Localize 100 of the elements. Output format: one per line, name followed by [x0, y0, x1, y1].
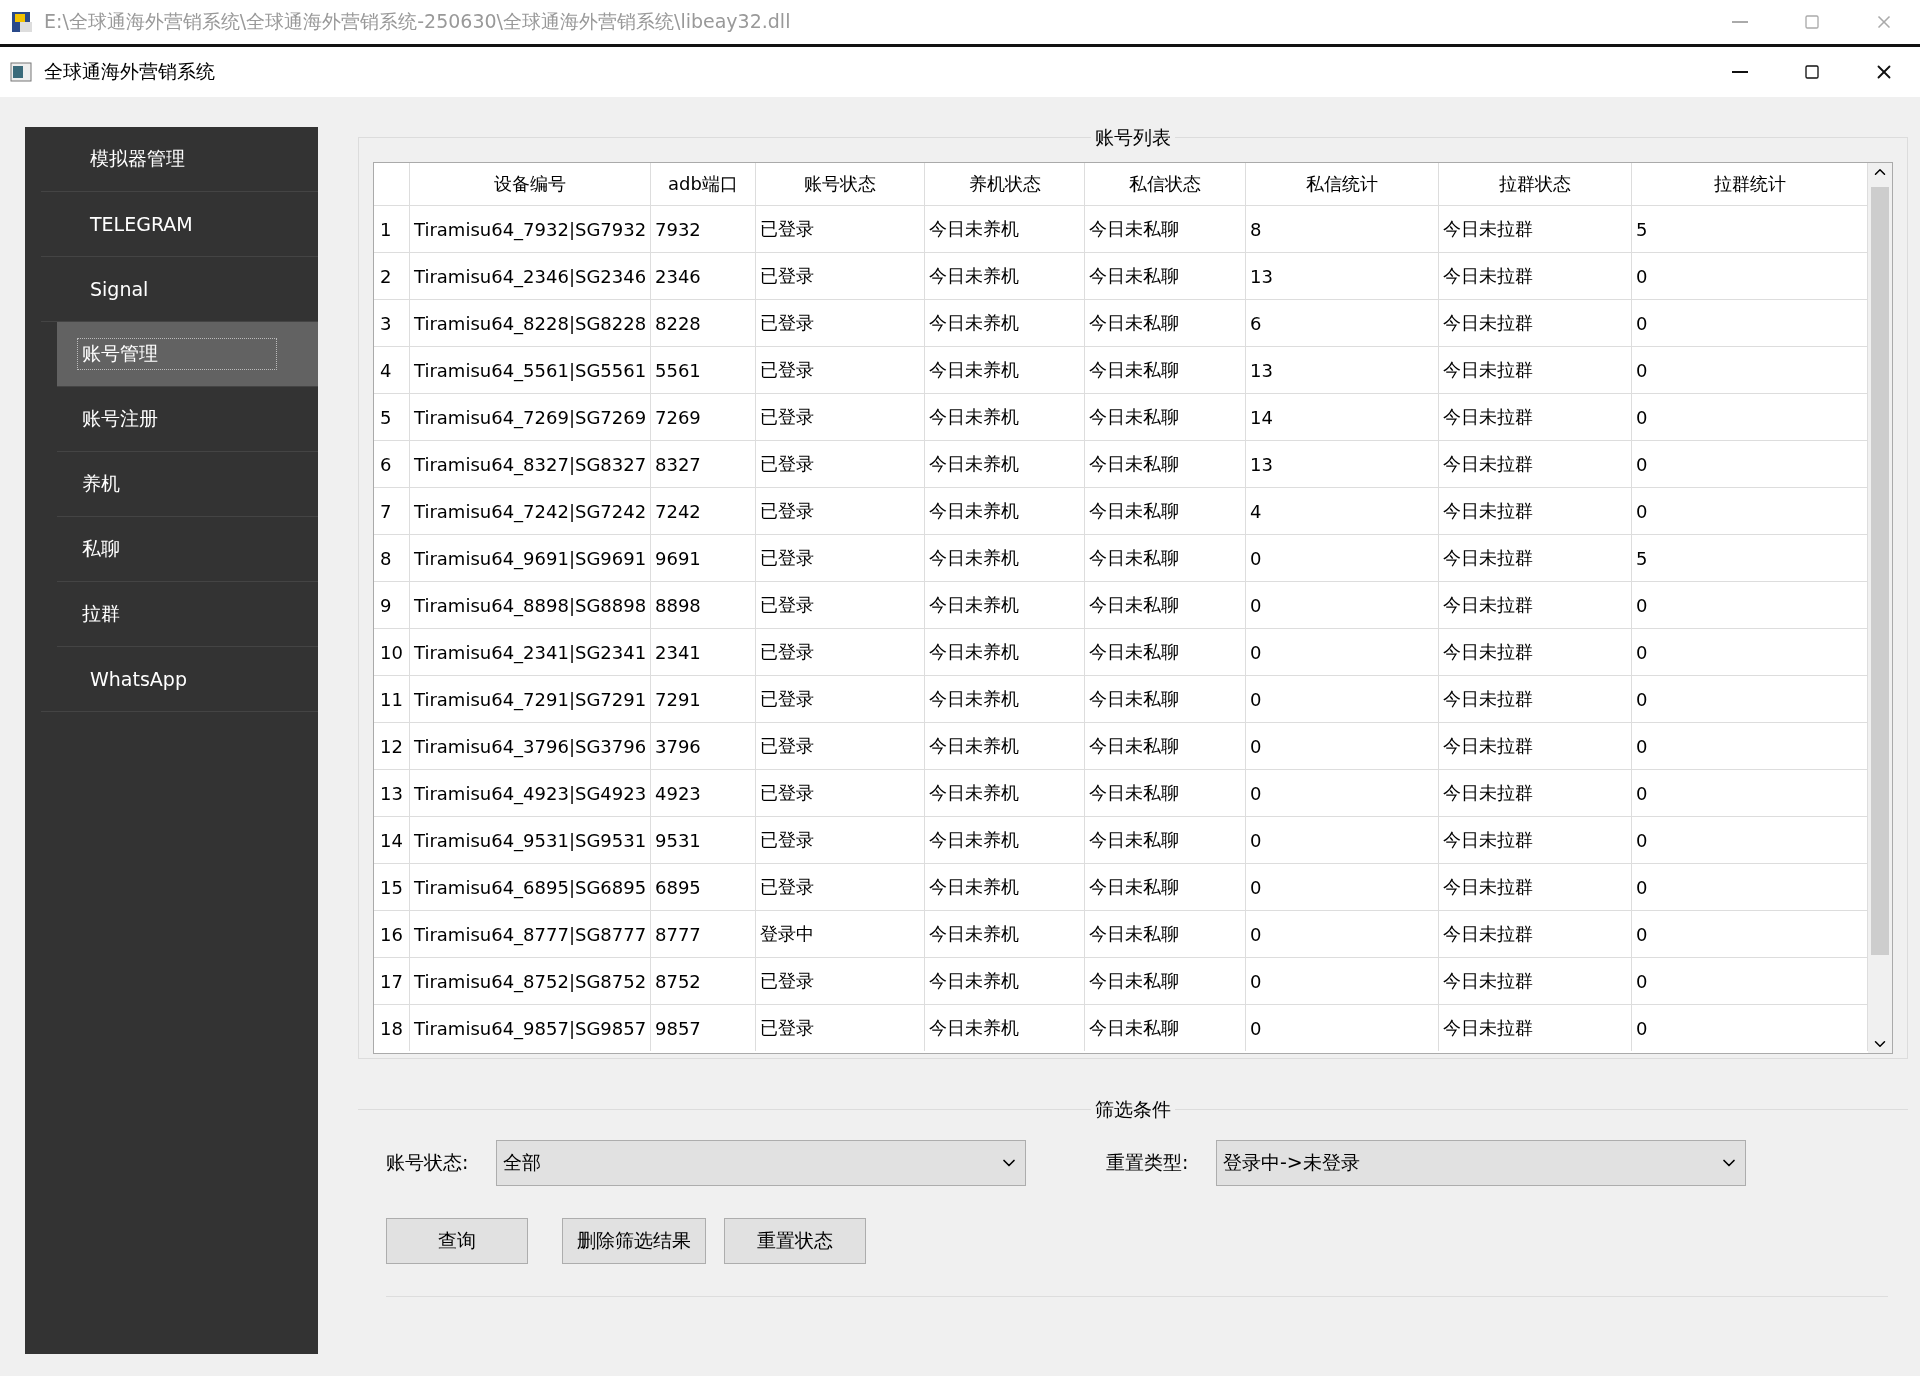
table-cell: 今日未拉群	[1439, 205, 1632, 252]
table-cell: 0	[1246, 675, 1439, 722]
column-header: 设备编号	[410, 163, 651, 205]
table-cell: 今日未私聊	[1085, 346, 1246, 393]
table-cell: 0	[1246, 863, 1439, 910]
minimize-icon	[1732, 21, 1748, 23]
table-cell: 0	[1246, 581, 1439, 628]
table-cell: 今日未拉群	[1439, 252, 1632, 299]
dropdown[interactable]: 全部	[496, 1140, 1026, 1186]
table-cell: Tiramisu64_9857|SG9857	[410, 1004, 651, 1051]
window-title: 全球通海外营销系统	[44, 59, 216, 84]
table-cell: 今日未私聊	[1085, 910, 1246, 957]
table-cell: 今日未私聊	[1085, 863, 1246, 910]
table-cell: 已登录	[756, 675, 925, 722]
sidebar-item[interactable]: 私聊	[57, 517, 318, 582]
sidebar-item[interactable]: 账号注册	[57, 387, 318, 452]
table-cell: 6	[1246, 299, 1439, 346]
table-cell: 今日未私聊	[1085, 252, 1246, 299]
table-cell: 已登录	[756, 722, 925, 769]
table-cell: 今日未私聊	[1085, 534, 1246, 581]
table-cell: 今日未拉群	[1439, 816, 1632, 863]
table-cell: 今日未私聊	[1085, 957, 1246, 1004]
table-cell: 0	[1246, 628, 1439, 675]
action-button[interactable]: 删除筛选结果	[562, 1218, 706, 1264]
table-cell: 今日未拉群	[1439, 487, 1632, 534]
table-cell: 今日未拉群	[1439, 440, 1632, 487]
table-cell: 8228	[651, 299, 756, 346]
table-cell: Tiramisu64_8228|SG8228	[410, 299, 651, 346]
action-button[interactable]: 重置状态	[724, 1218, 866, 1264]
scrollbar[interactable]	[1868, 163, 1892, 1053]
table-cell: Tiramisu64_7932|SG7932	[410, 205, 651, 252]
table-cell: 已登录	[756, 581, 925, 628]
row-number: 5	[374, 393, 410, 440]
table-cell: 今日未养机	[925, 440, 1085, 487]
table-cell: 8327	[651, 440, 756, 487]
table-cell: 已登录	[756, 252, 925, 299]
sidebar-item[interactable]: 拉群	[57, 582, 318, 647]
table-cell: Tiramisu64_9691|SG9691	[410, 534, 651, 581]
table-cell: 已登录	[756, 628, 925, 675]
app-icon	[10, 62, 32, 82]
dropdown[interactable]: 登录中->未登录	[1216, 1140, 1746, 1186]
sidebar-item[interactable]: 账号管理	[57, 322, 318, 387]
table-cell: 今日未养机	[925, 581, 1085, 628]
table-cell: 今日未养机	[925, 628, 1085, 675]
table-cell: 7269	[651, 393, 756, 440]
sidebar-item[interactable]: 养机	[57, 452, 318, 517]
table-cell: 今日未养机	[925, 863, 1085, 910]
table-cell: 今日未私聊	[1085, 205, 1246, 252]
table-cell: 已登录	[756, 440, 925, 487]
table-cell: 2341	[651, 628, 756, 675]
row-number: 13	[374, 769, 410, 816]
table-cell: 7291	[651, 675, 756, 722]
table-cell: 今日未私聊	[1085, 816, 1246, 863]
table-cell: 3796	[651, 722, 756, 769]
table-cell: 今日未私聊	[1085, 722, 1246, 769]
sidebar-item[interactable]: TELEGRAM	[41, 192, 318, 257]
table-cell: 今日未养机	[925, 252, 1085, 299]
row-number: 2	[374, 252, 410, 299]
table-cell: 已登录	[756, 487, 925, 534]
table-cell: 登录中	[756, 910, 925, 957]
table-cell: 已登录	[756, 393, 925, 440]
table-cell: 0	[1246, 769, 1439, 816]
row-number: 10	[374, 628, 410, 675]
row-number: 11	[374, 675, 410, 722]
table-cell: 7242	[651, 487, 756, 534]
table-cell: Tiramisu64_8898|SG8898	[410, 581, 651, 628]
table-cell: 7932	[651, 205, 756, 252]
app-icon	[10, 10, 34, 34]
sidebar-item[interactable]: WhatsApp	[41, 647, 318, 712]
table-cell: Tiramisu64_4923|SG4923	[410, 769, 651, 816]
row-number: 18	[374, 1004, 410, 1051]
row-number: 17	[374, 957, 410, 1004]
table-cell: 今日未养机	[925, 487, 1085, 534]
table-cell: 已登录	[756, 816, 925, 863]
table-cell: 今日未私聊	[1085, 675, 1246, 722]
table-cell: 9857	[651, 1004, 756, 1051]
table-cell: Tiramisu64_9531|SG9531	[410, 816, 651, 863]
sidebar-item[interactable]: 模拟器管理	[41, 127, 318, 192]
action-button[interactable]: 查询	[386, 1218, 528, 1264]
table-cell: 今日未养机	[925, 205, 1085, 252]
column-header: 账号状态	[756, 163, 925, 205]
table-cell: 今日未养机	[925, 346, 1085, 393]
table-cell: 9691	[651, 534, 756, 581]
table-cell: 2346	[651, 252, 756, 299]
table-cell: 13	[1246, 440, 1439, 487]
table-cell: 今日未养机	[925, 1004, 1085, 1051]
table-cell: 0	[1246, 910, 1439, 957]
table-cell: 8898	[651, 581, 756, 628]
table-cell: 已登录	[756, 299, 925, 346]
table-cell: 今日未拉群	[1439, 393, 1632, 440]
table-cell: 今日未拉群	[1439, 1004, 1632, 1051]
row-number: 1	[374, 205, 410, 252]
table-cell: 今日未养机	[925, 769, 1085, 816]
table-cell: 今日未拉群	[1439, 769, 1632, 816]
table-cell: 今日未养机	[925, 910, 1085, 957]
table-cell: 已登录	[756, 769, 925, 816]
table-cell: 已登录	[756, 957, 925, 1004]
table-cell: 今日未拉群	[1439, 628, 1632, 675]
table-cell: 今日未养机	[925, 534, 1085, 581]
table-cell: Tiramisu64_7291|SG7291	[410, 675, 651, 722]
